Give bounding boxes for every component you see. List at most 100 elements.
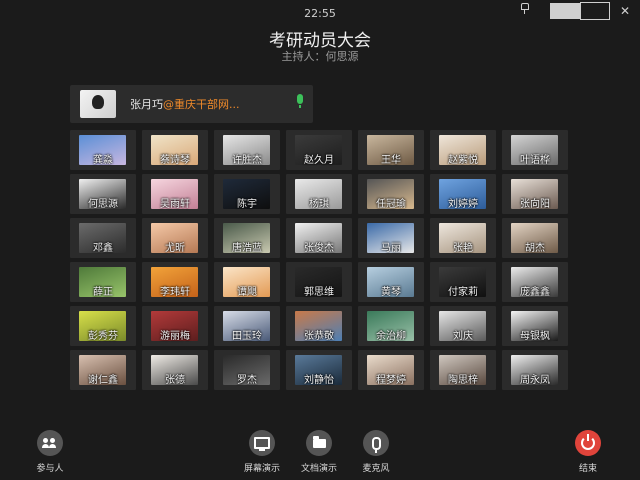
maximize-icon[interactable] xyxy=(580,2,610,20)
minimize-icon[interactable] xyxy=(550,3,580,19)
participant-tile[interactable]: 周永凤 xyxy=(502,350,568,390)
participant-tile[interactable]: 谢仁鑫 xyxy=(70,350,136,390)
participant-tile[interactable]: 杨琪 xyxy=(286,174,352,214)
participants-button[interactable]: 参与人 xyxy=(20,430,80,474)
folder-icon xyxy=(306,430,332,456)
participant-name: 刘庆 xyxy=(453,331,473,342)
participant-tile[interactable]: 彭秀芬 xyxy=(70,306,136,346)
participant-tile[interactable]: 叶语桦 xyxy=(502,130,568,170)
screen-share-button[interactable]: 屏幕演示 xyxy=(232,430,292,474)
participant-name: 张向阳 xyxy=(520,199,550,210)
participant-name: 吴雨轩 xyxy=(160,199,190,210)
participant-tile[interactable]: 任冠瑜 xyxy=(358,174,424,214)
participant-tile[interactable]: 薛正 xyxy=(70,262,136,302)
participant-tile[interactable]: 龚淼 xyxy=(70,130,136,170)
window-controls: ✕ xyxy=(520,2,640,20)
participant-tile[interactable]: 马丽 xyxy=(358,218,424,258)
participant-name: 张俊杰 xyxy=(304,243,334,254)
participant-tile[interactable]: 张德 xyxy=(142,350,208,390)
participant-name: 游丽梅 xyxy=(160,331,190,342)
participant-tile[interactable]: 程梦婷 xyxy=(358,350,424,390)
participant-tile[interactable]: 蔡诗琴 xyxy=(142,130,208,170)
participant-name: 田玉玲 xyxy=(232,331,262,342)
participant-name: 许胜杰 xyxy=(232,155,262,166)
participant-tile[interactable]: 许胜杰 xyxy=(214,130,280,170)
end-meeting-button[interactable]: 结束 xyxy=(558,430,618,474)
participant-name: 张艳 xyxy=(453,243,473,254)
power-icon xyxy=(575,430,601,456)
participant-name: 陶思梓 xyxy=(448,375,478,386)
participant-tile[interactable]: 张艳 xyxy=(430,218,496,258)
participant-tile[interactable]: 刘静怡 xyxy=(286,350,352,390)
microphone-active-icon xyxy=(297,94,303,108)
participant-grid: 龚淼 蔡诗琴 许胜杰 赵久月 王华 赵紫悦 叶语桦何思源 吴雨轩 陈宇 杨琪 任冠瑜 刘婷婷 张向阳邓鑫… xyxy=(70,130,580,394)
participants-label: 参与人 xyxy=(36,464,64,474)
close-icon[interactable]: ✕ xyxy=(610,3,640,19)
participant-tile[interactable]: 罗杰 xyxy=(214,350,280,390)
participant-name: 刘静怡 xyxy=(304,375,334,386)
participant-name: 张恭敬 xyxy=(304,331,334,342)
participant-tile[interactable]: 游丽梅 xyxy=(142,306,208,346)
participant-name: 黄琴 xyxy=(381,287,401,298)
participant-name: 罗杰 xyxy=(237,375,257,386)
participant-name: 唐浩蓝 xyxy=(232,243,262,254)
active-speaker-card[interactable]: 张月巧 @重庆干部网... xyxy=(70,85,313,123)
participant-name: 何思源 xyxy=(88,199,118,210)
participant-name: 任冠瑜 xyxy=(376,199,406,210)
participant-tile[interactable]: 郭思维 xyxy=(286,262,352,302)
participant-tile[interactable]: 张俊杰 xyxy=(286,218,352,258)
participant-name: 谭飓 xyxy=(237,287,257,298)
participant-tile[interactable]: 唐浩蓝 xyxy=(214,218,280,258)
participant-name: 叶语桦 xyxy=(520,155,550,166)
participant-tile[interactable]: 谭飓 xyxy=(214,262,280,302)
participant-tile[interactable]: 陶思梓 xyxy=(430,350,496,390)
participant-tile[interactable]: 尤昕 xyxy=(142,218,208,258)
participant-tile[interactable]: 刘庆 xyxy=(430,306,496,346)
participant-name: 付家莉 xyxy=(448,287,478,298)
participant-name: 谢仁鑫 xyxy=(88,375,118,386)
participant-name: 尤昕 xyxy=(165,243,185,254)
participant-tile[interactable]: 张向阳 xyxy=(502,174,568,214)
participant-name: 刘婷婷 xyxy=(448,199,478,210)
bottom-toolbar: 参与人 屏幕演示 文档演示 麦克风 结束 xyxy=(0,430,640,480)
participant-tile[interactable]: 何思源 xyxy=(70,174,136,214)
participant-tile[interactable]: 余治柳 xyxy=(358,306,424,346)
participant-name: 程梦婷 xyxy=(376,375,406,386)
participant-name: 薛正 xyxy=(93,287,113,298)
doc-share-button[interactable]: 文档演示 xyxy=(289,430,349,474)
participant-tile[interactable]: 庞鑫鑫 xyxy=(502,262,568,302)
participant-tile[interactable]: 邓鑫 xyxy=(70,218,136,258)
participant-name: 张德 xyxy=(165,375,185,386)
participant-tile[interactable]: 张恭敬 xyxy=(286,306,352,346)
participants-icon xyxy=(37,430,63,456)
screen-share-icon xyxy=(249,430,275,456)
avatar xyxy=(80,90,116,118)
participant-name: 赵紫悦 xyxy=(448,155,478,166)
microphone-button[interactable]: 麦克风 xyxy=(346,430,406,474)
participant-tile[interactable]: 刘婷婷 xyxy=(430,174,496,214)
participant-tile[interactable]: 胡杰 xyxy=(502,218,568,258)
participant-name: 母银枫 xyxy=(520,331,550,342)
microphone-label: 麦克风 xyxy=(362,464,390,474)
participant-tile[interactable]: 赵紫悦 xyxy=(430,130,496,170)
participant-name: 龚淼 xyxy=(93,155,113,166)
participant-name: 马丽 xyxy=(381,243,401,254)
participant-name: 庞鑫鑫 xyxy=(520,287,550,298)
participant-name: 郭思维 xyxy=(304,287,334,298)
participant-tile[interactable]: 王华 xyxy=(358,130,424,170)
participant-tile[interactable]: 陈宇 xyxy=(214,174,280,214)
participant-name: 李玮轩 xyxy=(160,287,190,298)
participant-tile[interactable]: 赵久月 xyxy=(286,130,352,170)
participant-tile[interactable]: 田玉玲 xyxy=(214,306,280,346)
participant-tile[interactable]: 李玮轩 xyxy=(142,262,208,302)
meeting-host: 主持人：何思源 xyxy=(281,50,359,63)
participant-name: 杨琪 xyxy=(309,199,329,210)
pin-icon[interactable] xyxy=(520,3,550,19)
participant-tile[interactable]: 付家莉 xyxy=(430,262,496,302)
participant-tile[interactable]: 母银枫 xyxy=(502,306,568,346)
doc-share-label: 文档演示 xyxy=(300,464,337,474)
participant-tile[interactable]: 吴雨轩 xyxy=(142,174,208,214)
participant-name: 陈宇 xyxy=(237,199,257,210)
participant-name: 王华 xyxy=(381,155,401,166)
participant-tile[interactable]: 黄琴 xyxy=(358,262,424,302)
